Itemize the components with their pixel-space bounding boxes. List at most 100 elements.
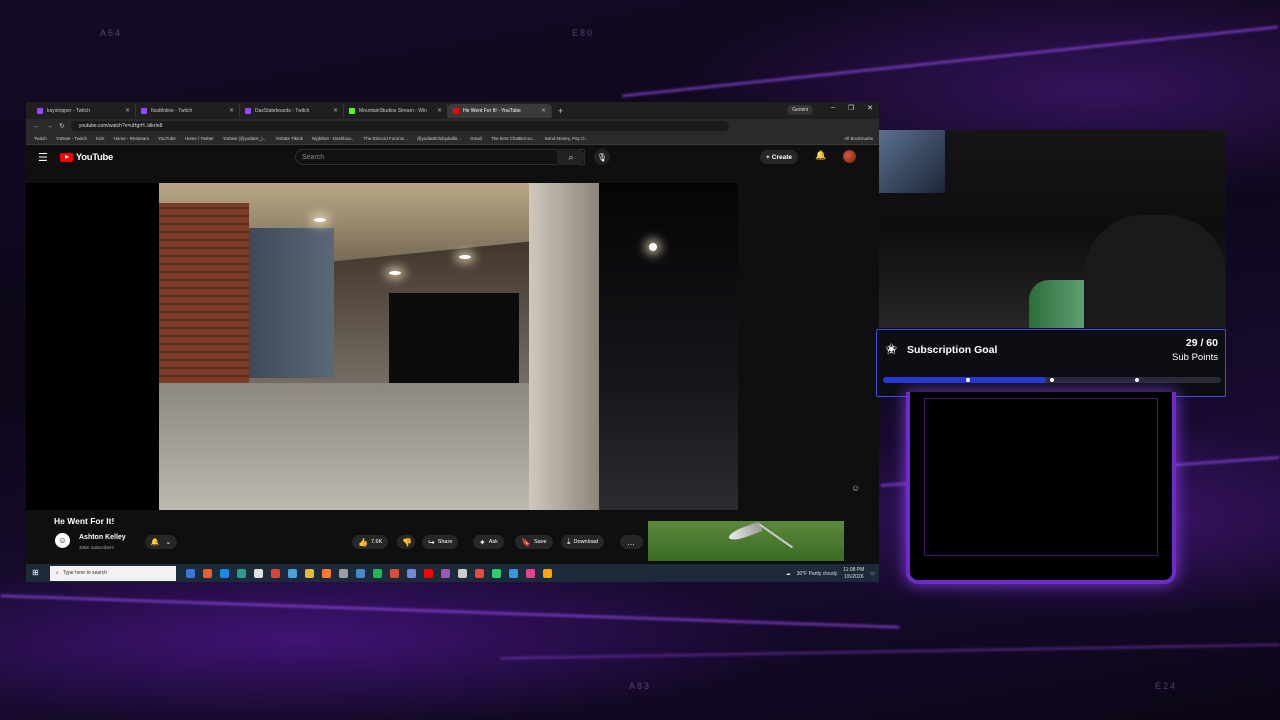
notification-center-icon[interactable]: ▭ bbox=[870, 571, 875, 577]
close-icon[interactable]: ✕ bbox=[125, 107, 130, 114]
recommended-video-thumbnail[interactable] bbox=[648, 521, 844, 561]
browser-tab[interactable]: DaxStateboards - Twitch ✕ bbox=[240, 103, 344, 118]
goal-count: 29 / 60 bbox=[1185, 337, 1218, 349]
bookmark[interactable]: YoDate (@yodatrr_)... bbox=[223, 136, 267, 141]
tab-label: MountainStudios Stream - Win bbox=[359, 107, 427, 114]
gemini-button[interactable]: Gemini bbox=[787, 105, 813, 115]
taskbar-app-icon[interactable] bbox=[186, 568, 195, 578]
minimize-icon[interactable]: – bbox=[831, 104, 835, 112]
bookmark[interactable]: Nightbot - Dashboa... bbox=[312, 136, 355, 141]
forward-icon[interactable]: → bbox=[46, 123, 53, 130]
browser-tab[interactable]: MountainStudios Stream - Win ✕ bbox=[344, 103, 448, 118]
bookmark[interactable]: Gmail bbox=[470, 136, 482, 141]
taskbar-app-icon[interactable] bbox=[407, 568, 416, 578]
reactions-icon[interactable]: ☺ bbox=[851, 483, 860, 493]
share-button[interactable]: ↪ Share bbox=[422, 535, 459, 549]
channel-avatar[interactable]: ☺ bbox=[55, 533, 70, 548]
bookmark[interactable]: YoDate Tiktok bbox=[275, 136, 303, 141]
taskbar-app-icon[interactable] bbox=[237, 568, 246, 578]
video-lockers bbox=[249, 228, 334, 378]
bookmark[interactable]: Kick bbox=[96, 136, 105, 141]
bookmark[interactable]: Home - Restream bbox=[114, 136, 150, 141]
weather-text[interactable]: 30°F Partly cloudy bbox=[797, 571, 838, 577]
microphone-icon[interactable]: 🎙 bbox=[594, 149, 610, 165]
close-icon[interactable]: ✕ bbox=[541, 107, 546, 114]
like-button[interactable]: 👍 7.6K bbox=[352, 535, 389, 549]
avatar[interactable] bbox=[843, 150, 856, 163]
search-icon[interactable]: ⌕ bbox=[557, 149, 585, 165]
channel-name[interactable]: Ashton Kelley bbox=[79, 534, 126, 541]
tab-label: He Went For It! - YouTube bbox=[463, 107, 521, 114]
taskbar-app-icon[interactable] bbox=[543, 568, 552, 578]
browser-tab[interactable]: kaystripper - Twitch ✕ bbox=[32, 103, 136, 118]
close-icon[interactable]: ✕ bbox=[437, 107, 442, 114]
save-button[interactable]: 🔖 Save bbox=[515, 535, 553, 549]
video-frame bbox=[159, 183, 738, 510]
youtube-logo[interactable]: YouTube bbox=[59, 152, 113, 163]
taskbar-search-placeholder: Type here to search bbox=[62, 570, 108, 576]
close-window-icon[interactable]: ✕ bbox=[867, 104, 873, 112]
back-icon[interactable]: ← bbox=[33, 123, 40, 130]
deco-label: E24 bbox=[1155, 681, 1178, 691]
taskbar-app-icon[interactable] bbox=[509, 568, 518, 578]
windows-start-icon[interactable]: ⊞ bbox=[32, 568, 46, 578]
bell-icon[interactable]: 🔔 bbox=[815, 150, 826, 161]
close-icon[interactable]: ✕ bbox=[333, 107, 338, 114]
bookmark[interactable]: YouTube bbox=[158, 136, 176, 141]
bookmark[interactable]: YoDate - Twitch bbox=[56, 136, 87, 141]
taskbar-app-icon[interactable] bbox=[526, 568, 535, 578]
notification-button[interactable]: 🔔 ⌄ bbox=[145, 535, 177, 549]
taskbar-app-icon[interactable] bbox=[305, 568, 314, 578]
browser-tab-active[interactable]: He Went For It! - YouTube ✕ bbox=[448, 103, 552, 118]
light-streak bbox=[0, 594, 900, 629]
new-tab-button[interactable]: + bbox=[558, 106, 563, 116]
taskbar-app-icon[interactable] bbox=[458, 568, 467, 578]
subscriber-count: 335K subscribers bbox=[79, 545, 114, 550]
taskbar-app-icon[interactable] bbox=[356, 568, 365, 578]
maximize-icon[interactable]: ❐ bbox=[848, 104, 854, 112]
goal-milestone-dot bbox=[965, 378, 970, 382]
taskbar-app-icon[interactable] bbox=[220, 568, 229, 578]
bookmark[interactable]: @yodatrticlubydailla... bbox=[417, 136, 461, 141]
taskbar-app-icon[interactable] bbox=[441, 568, 450, 578]
dislike-button[interactable]: 👎 bbox=[397, 535, 415, 549]
browser-tab[interactable]: ItsaMotive - Twitch ✕ bbox=[136, 103, 240, 118]
bookmark[interactable]: Twitch bbox=[34, 136, 47, 141]
youtube-play-icon bbox=[59, 153, 73, 162]
bookmark[interactable]: Send Money, Pay O... bbox=[545, 136, 589, 141]
system-tray: ☁ 30°F Partly cloudy 11:08 PM 1/6/2026 ▭ bbox=[786, 567, 875, 581]
taskbar-app-icon[interactable] bbox=[288, 568, 297, 578]
light-streak bbox=[500, 643, 1280, 660]
taskbar-app-icon[interactable] bbox=[254, 568, 263, 578]
golf-club-icon bbox=[727, 521, 763, 543]
address-bar[interactable]: youtube.com/watch?v=uHgrH..ldkrIe8 bbox=[70, 121, 729, 131]
taskbar-app-icon[interactable] bbox=[424, 568, 433, 578]
ask-button[interactable]: ✦ Ask bbox=[473, 535, 504, 549]
create-button[interactable]: + Create bbox=[760, 150, 799, 164]
download-button[interactable]: ⤓ Download bbox=[561, 535, 605, 549]
taskbar-app-icon[interactable] bbox=[475, 568, 484, 578]
video-player[interactable] bbox=[26, 183, 738, 510]
kick-icon bbox=[349, 107, 355, 114]
taskbar-app-icon[interactable] bbox=[373, 568, 382, 578]
bookmark[interactable]: The best ChatBot so... bbox=[491, 136, 536, 141]
taskbar-app-icon[interactable] bbox=[322, 568, 331, 578]
clock[interactable]: 11:08 PM 1/6/2026 bbox=[843, 567, 864, 581]
bookmark[interactable]: The Discord Forums... bbox=[364, 136, 409, 141]
more-actions-button[interactable]: … bbox=[620, 535, 643, 549]
search-icon: ⌕ bbox=[56, 570, 59, 576]
search-input[interactable]: Search bbox=[295, 149, 585, 165]
taskbar-app-icon[interactable] bbox=[390, 568, 399, 578]
taskbar-app-icon[interactable] bbox=[492, 568, 501, 578]
taskbar-search-input[interactable]: ⌕ Type here to search bbox=[50, 565, 176, 581]
all-bookmarks[interactable]: All Bookmarks bbox=[844, 136, 873, 141]
taskbar-app-icon[interactable] bbox=[339, 568, 348, 578]
bookmark-icon: 🔖 bbox=[521, 537, 531, 547]
hamburger-menu-icon[interactable]: ☰ bbox=[38, 151, 48, 164]
bookmark[interactable]: Home / Twitter bbox=[185, 136, 214, 141]
logo-text: YouTube bbox=[75, 152, 113, 163]
reload-icon[interactable]: ↻ bbox=[59, 122, 65, 130]
taskbar-app-icon[interactable] bbox=[271, 568, 280, 578]
taskbar-app-icon[interactable] bbox=[203, 568, 212, 578]
close-icon[interactable]: ✕ bbox=[229, 107, 234, 114]
